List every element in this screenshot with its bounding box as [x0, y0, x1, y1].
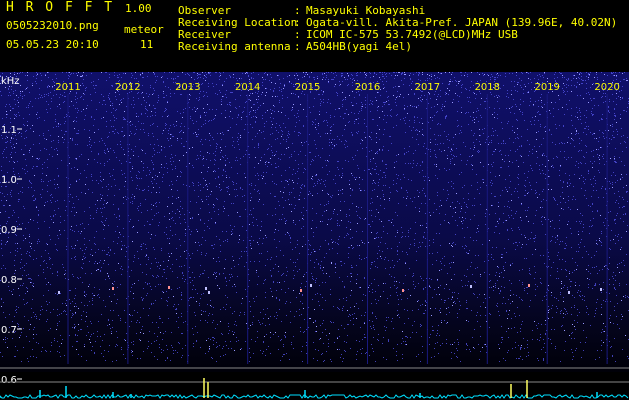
- y-tick-label: 0.7: [1, 325, 17, 336]
- x-tick-label: 2011: [55, 82, 80, 93]
- app-title: H R O F F T: [6, 0, 115, 15]
- meteor-label: meteor: [124, 23, 164, 36]
- meteor-echo: [310, 284, 312, 287]
- spectrogram-background: [0, 72, 629, 372]
- y-axis-unit-label: kHz: [1, 76, 20, 87]
- info-key-antenna: Receiving antenna: [178, 40, 291, 53]
- y-tick-label: 0.6: [1, 375, 17, 386]
- meteor-echo: [205, 287, 207, 290]
- timestamp: 05.05.23 20:10: [6, 38, 99, 51]
- spectrogram: kHz 2011 2012 2013 2014 2015 2016 2017 2018 2019…: [0, 72, 629, 399]
- x-tick-label: 2012: [115, 82, 140, 93]
- meteor-echo: [528, 284, 530, 287]
- info-colon: :: [294, 40, 301, 53]
- x-tick-label: 2014: [235, 82, 260, 93]
- x-tick-label: 2016: [355, 82, 380, 93]
- meteor-echo: [112, 287, 114, 290]
- x-tick-label: 2020: [594, 82, 619, 93]
- x-tick-label: 2017: [415, 82, 440, 93]
- meteor-echo: [58, 291, 60, 294]
- app-version: 1.00: [125, 2, 152, 15]
- x-tick-label: 2019: [534, 82, 559, 93]
- meteor-echo: [402, 289, 404, 292]
- meteor-echo: [600, 288, 602, 291]
- meteor-echo: [568, 291, 570, 294]
- meteor-echo: [208, 291, 210, 294]
- x-tick-label: 2013: [175, 82, 200, 93]
- filename: 0505232010.png: [6, 19, 99, 32]
- trace-line: [0, 394, 629, 399]
- x-tick-label: 2015: [295, 82, 320, 93]
- y-tick-label: 1.0: [1, 175, 17, 186]
- meteor-echo: [470, 285, 472, 288]
- meteor-echo: [300, 289, 302, 292]
- x-tick-label: 2018: [475, 82, 500, 93]
- meteor-echo: [168, 286, 170, 289]
- y-tick-label: 0.9: [1, 225, 17, 236]
- y-tick-label: 0.8: [1, 275, 17, 286]
- signal-trace: [0, 378, 629, 399]
- y-tick-label: 1.1: [1, 125, 17, 136]
- meteor-count: 11: [140, 38, 154, 51]
- info-value-antenna: A504HB(yagi 4el): [306, 40, 412, 53]
